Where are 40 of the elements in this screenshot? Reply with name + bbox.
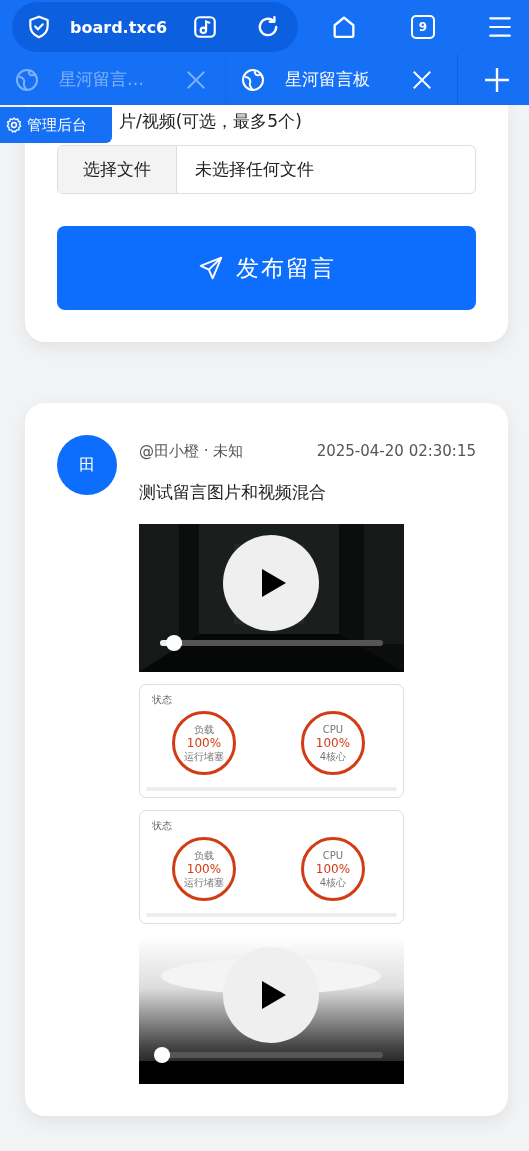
play-icon [262,569,286,597]
submit-button[interactable]: 发布留言 [57,226,476,310]
admin-button[interactable]: 管理后台 [0,107,112,143]
gauge-label: 负载 [194,723,214,735]
play-icon [262,981,286,1009]
gauge-value: 100% [186,861,222,877]
music-note-icon[interactable] [192,14,218,40]
gauge-caption: 4核心 [319,751,347,763]
address-bar[interactable]: board.txc6 [12,2,298,52]
field-label: 片/视频(可选，最多5个) [119,110,303,133]
globe-icon [15,67,39,92]
post-time: 2025-04-20 02:30:15 [316,442,476,461]
file-status: 未选择任何文件 [194,158,314,181]
tab-title: 星河留言板 [285,68,371,91]
author-name: @田小橙 · 未知 [139,442,244,461]
new-tab-icon[interactable] [484,66,510,93]
gauge-caption: 运行堵塞 [184,877,224,889]
choose-file-button[interactable]: 选择文件 [58,146,177,193]
gauge-label: CPU [322,849,344,861]
gauge-caption: 运行堵塞 [184,751,224,763]
gauge-value: 100% [186,735,222,751]
avatar: 田 [57,435,117,495]
url-text: board.txc6 [70,17,169,37]
settings-icon [5,116,23,134]
tab-title: 星河留言… [59,68,145,91]
tab-count-button[interactable]: 9 [411,15,435,39]
gauge-label: CPU [322,723,344,735]
shield-check-icon [26,14,52,40]
gauge-value: 100% [315,735,351,751]
menu-icon[interactable] [487,14,513,40]
gauge-label: 负载 [194,849,214,861]
gauge-value: 100% [315,861,351,877]
close-icon[interactable] [411,68,433,91]
file-input[interactable]: 选择文件 未选择任何文件 [57,145,476,194]
globe-icon [241,67,265,92]
send-icon [197,255,224,281]
status-title: 状态 [152,819,172,833]
post-text: 测试留言图片和视频混合 [139,481,327,504]
gauge-caption: 4核心 [319,877,347,889]
status-title: 状态 [152,693,172,707]
